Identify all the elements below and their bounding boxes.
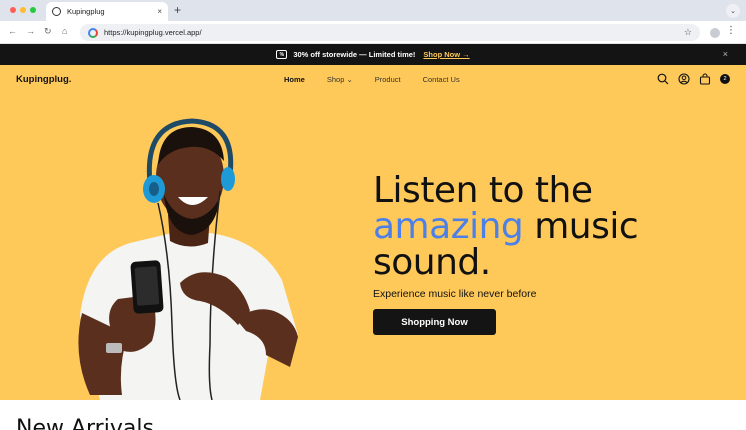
close-announcement-icon[interactable]: × bbox=[723, 49, 728, 59]
close-window-button[interactable] bbox=[10, 7, 16, 13]
reload-button[interactable]: ↻ bbox=[44, 26, 52, 37]
account-icon[interactable] bbox=[678, 73, 690, 85]
headline-line-2: amazing music bbox=[373, 206, 639, 247]
tab-close-icon[interactable]: × bbox=[157, 7, 162, 16]
shopping-now-button[interactable]: Shopping Now bbox=[373, 309, 496, 335]
hero-section: Kupingplug. Home Shop ⌄ Product Contact … bbox=[0, 65, 746, 400]
header-icons: 2 bbox=[657, 73, 730, 85]
nav-home[interactable]: Home bbox=[284, 75, 305, 84]
bookmark-star-icon[interactable]: ☆ bbox=[684, 27, 692, 38]
announcement-text: 30% off storewide — Limited time! bbox=[293, 50, 416, 59]
window-controls bbox=[10, 7, 36, 13]
browser-tab-bar: Kupingplug × + ⌄ bbox=[0, 0, 746, 21]
main-nav: Home Shop ⌄ Product Contact Us bbox=[284, 75, 460, 84]
ticket-icon: % bbox=[276, 50, 288, 59]
site-logo[interactable]: Kupingplug. bbox=[16, 74, 71, 85]
browser-menu-icon[interactable]: ⋮ bbox=[726, 25, 736, 36]
home-button[interactable]: ⌂ bbox=[62, 26, 67, 36]
cart-icon[interactable] bbox=[699, 73, 711, 85]
tab-title: Kupingplug bbox=[67, 7, 105, 16]
url-text[interactable]: https://kupingplug.vercel.app/ bbox=[104, 28, 684, 37]
announcement-bar: % 30% off storewide — Limited time! Shop… bbox=[0, 44, 746, 65]
hero-headline: Listen to the amazing music sound. bbox=[373, 170, 639, 283]
minimize-window-button[interactable] bbox=[20, 7, 26, 13]
back-button[interactable]: ← bbox=[8, 26, 17, 36]
shop-now-link[interactable]: Shop Now → bbox=[423, 50, 469, 59]
nav-contact[interactable]: Contact Us bbox=[423, 75, 460, 84]
nav-shop[interactable]: Shop ⌄ bbox=[327, 75, 353, 84]
browser-tab[interactable]: Kupingplug × bbox=[46, 2, 168, 21]
google-icon bbox=[88, 27, 98, 38]
hero-image bbox=[78, 118, 298, 400]
new-tab-button[interactable]: + bbox=[174, 3, 181, 17]
forward-button[interactable]: → bbox=[26, 26, 35, 36]
browser-toolbar: ← → ↻ ⌂ https://kupingplug.vercel.app/ ☆… bbox=[0, 21, 746, 44]
tab-search-button[interactable]: ⌄ bbox=[726, 4, 740, 18]
headline-line-2-rest: music bbox=[523, 206, 639, 247]
search-icon[interactable] bbox=[657, 73, 669, 85]
headline-line-3: sound. bbox=[373, 242, 491, 283]
profile-avatar[interactable] bbox=[710, 28, 720, 38]
hero-subtitle: Experience music like never before bbox=[373, 288, 537, 300]
headline-highlight: amazing bbox=[373, 206, 524, 247]
maximize-window-button[interactable] bbox=[30, 7, 36, 13]
cart-count-badge: 2 bbox=[720, 74, 730, 84]
favicon-icon bbox=[52, 7, 61, 16]
new-arrivals-heading: New Arrivals bbox=[16, 416, 154, 430]
nav-product[interactable]: Product bbox=[375, 75, 401, 84]
headline-line-1: Listen to the bbox=[373, 170, 593, 211]
address-bar[interactable]: https://kupingplug.vercel.app/ ☆ bbox=[80, 24, 700, 41]
